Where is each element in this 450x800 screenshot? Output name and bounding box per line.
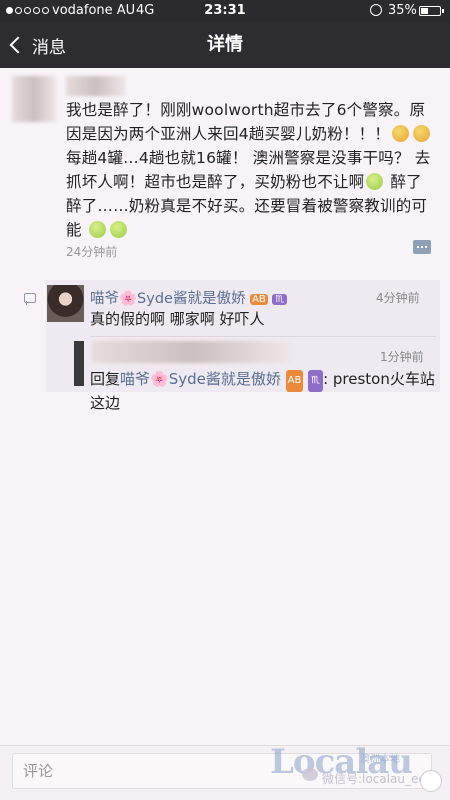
post-text-part-1: 我也是醉了！刚刚woolworth超市去了6个警察。原因是因为两个亚洲人来回4趟…	[66, 101, 426, 143]
wechat-icon	[302, 768, 318, 781]
battery-percent: 35%	[388, 3, 417, 18]
nav-bar: 消息 详情	[0, 22, 450, 68]
reply-avatar[interactable]	[74, 341, 84, 386]
comment-text[interactable]: 真的假的啊 哪家啊 好吓人	[90, 308, 265, 329]
angry-emoji-icon	[392, 125, 410, 142]
rotation-lock-icon	[370, 4, 382, 16]
watermark-wechat-id: 微信号:localau_ee	[322, 772, 426, 786]
post-timestamp: 24分钟前	[66, 245, 118, 259]
sick-emoji-icon	[366, 173, 384, 190]
more-options-button[interactable]	[413, 240, 431, 254]
divider	[90, 336, 436, 337]
zodiac-badge: ♏	[272, 294, 288, 305]
blood-type-badge: AB	[250, 294, 268, 305]
sick-emoji-icon	[88, 221, 106, 238]
watermark-site-name: 澳洲本地	[360, 754, 400, 765]
status-time: 23:31	[204, 3, 246, 18]
redacted-poster-avatar	[12, 76, 56, 122]
angry-emoji-icon	[413, 125, 431, 142]
commenter-name-text: 喵爷🌸Syde酱就是傲娇	[90, 291, 246, 307]
page-title: 详情	[207, 34, 243, 55]
redacted-reply-author	[92, 341, 292, 363]
reply-target-name[interactable]: 喵爷🌸Syde酱就是傲娇	[120, 370, 281, 388]
reply-text[interactable]: 回复喵爷🌸Syde酱就是傲娇 AB ♏: preston火车站这边	[90, 368, 435, 414]
comment-timestamp: 4分钟前	[376, 291, 420, 305]
reply-timestamp: 1分钟前	[380, 350, 424, 364]
emoji-button[interactable]	[420, 770, 442, 792]
redacted-poster-name	[66, 76, 126, 96]
reply-verb: 回复	[90, 370, 121, 388]
comment-bubble-icon	[24, 293, 36, 305]
commenter-name[interactable]: 喵爷🌸Syde酱就是傲娇 AB ♏	[90, 287, 288, 308]
avatar[interactable]	[47, 285, 84, 322]
zodiac-badge: ♏	[308, 370, 324, 392]
status-bar: vodafone AU 4G 23:31 35%	[0, 0, 450, 22]
sick-emoji-icon	[109, 221, 127, 238]
post-content: 我也是醉了！刚刚woolworth超市去了6个警察。原因是因为两个亚洲人来回4趟…	[66, 98, 436, 242]
blood-type-badge: AB	[285, 370, 304, 392]
battery-icon	[419, 6, 444, 16]
